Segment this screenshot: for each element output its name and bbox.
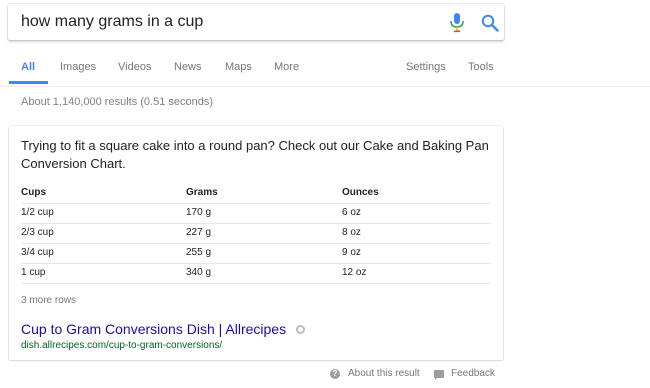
tab-maps[interactable]: Maps (225, 61, 252, 73)
microphone-icon[interactable] (449, 13, 465, 33)
tab-tools[interactable]: Tools (468, 61, 494, 73)
table-header-row: Cups Grams Ounces (21, 183, 491, 204)
table-cell: 227 g (186, 227, 212, 238)
table-cell: 2/3 cup (21, 227, 54, 238)
table-cell: 8 oz (342, 227, 361, 238)
table-header-cell: Grams (186, 187, 218, 198)
feedback-icon[interactable] (434, 370, 444, 380)
result-title-link[interactable]: Cup to Gram Conversions Dish | Allrecipe… (21, 321, 286, 337)
search-icon[interactable] (481, 14, 499, 32)
table-cell: 1 cup (21, 267, 46, 278)
table-row: 1 cup 340 g 12 oz (21, 263, 491, 284)
tab-images[interactable]: Images (60, 61, 96, 73)
table-cell: 340 g (186, 267, 212, 278)
table-cell: 3/4 cup (21, 247, 54, 258)
feedback-link[interactable]: Feedback (451, 368, 495, 379)
snippet-lead-text: Trying to fit a square cake into a round… (21, 138, 489, 171)
tab-news[interactable]: News (174, 61, 202, 73)
help-icon[interactable]: ? (330, 369, 340, 379)
search-input[interactable] (21, 10, 421, 34)
tab-more[interactable]: More (274, 61, 299, 73)
table-header-cell: Ounces (342, 187, 379, 198)
table-row: 1/2 cup 170 g 6 oz (21, 203, 491, 224)
about-this-result-link[interactable]: About this result (348, 368, 420, 379)
active-tab-indicator (9, 81, 48, 84)
table-row: 3/4 cup 255 g 9 oz (21, 243, 491, 264)
more-rows-link[interactable]: 3 more rows (21, 295, 76, 306)
tab-all[interactable]: All (21, 61, 35, 73)
table-cell: 6 oz (342, 207, 361, 218)
table-cell: 1/2 cup (21, 207, 54, 218)
tab-settings[interactable]: Settings (406, 61, 446, 73)
table-cell: 9 oz (342, 247, 361, 258)
search-tabs: All Images Videos News Maps More Setting… (0, 52, 650, 86)
result-stats: About 1,140,000 results (0.51 seconds) (21, 96, 214, 108)
result-info-icon[interactable] (296, 325, 305, 334)
search-box (8, 4, 504, 40)
result-url: dish.allrecipes.com/cup-to-gram-conversi… (21, 340, 223, 351)
featured-snippet-card: Trying to fit a square cake into a round… (9, 126, 503, 360)
table-cell: 12 oz (342, 267, 367, 278)
tab-videos[interactable]: Videos (118, 61, 151, 73)
table-row: 2/3 cup 227 g 8 oz (21, 223, 491, 244)
table-header-cell: Cups (21, 187, 46, 198)
table-cell: 255 g (186, 247, 212, 258)
search-header: All Images Videos News Maps More Setting… (0, 0, 650, 87)
table-cell: 170 g (186, 207, 212, 218)
